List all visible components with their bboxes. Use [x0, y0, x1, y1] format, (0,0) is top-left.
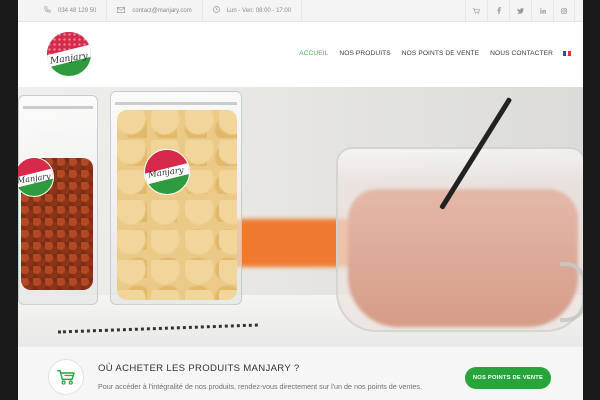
nav-item-nous-contacter[interactable]: NOUS CONTACTER — [490, 50, 553, 57]
shopping-cart-icon — [48, 359, 84, 395]
flag-fr-icon[interactable] — [563, 51, 572, 56]
points-de-vente-button[interactable]: NOS POINTS DE VENTE — [465, 367, 551, 389]
envelope-icon — [117, 6, 126, 15]
clock-icon — [212, 6, 220, 15]
where-to-buy-band: OÙ ACHETER LES PRODUITS MANJARY ? Pour a… — [18, 346, 583, 400]
hero-image: Manjary Manjary — [18, 87, 583, 346]
email-info[interactable]: contact@manjary.com — [107, 0, 203, 21]
cart-icon[interactable] — [465, 0, 487, 21]
facebook-icon[interactable] — [487, 0, 509, 21]
opening-hours: Lun - Ven: 08:00 - 17:00 — [226, 7, 292, 14]
linkedin-icon[interactable] — [531, 0, 553, 21]
dried-fruit-bag-left — [18, 95, 98, 305]
nav-item-accueil[interactable]: ACCUEIL — [299, 50, 328, 57]
phone-info[interactable]: 034 48 129 50 — [18, 0, 108, 21]
hours-info: Lun - Ven: 08:00 - 17:00 — [203, 0, 303, 21]
site-header: Manjary ACCUEIL NOS PRODUITS NOS POINTS … — [18, 22, 583, 87]
phone-number: 034 48 129 50 — [58, 7, 97, 14]
top-info-bar: 034 48 129 50 contact@manjary.com Lun - … — [18, 0, 583, 22]
page-frame: 034 48 129 50 contact@manjary.com Lun - … — [18, 0, 583, 400]
smoothie — [348, 189, 578, 327]
twitter-icon[interactable] — [509, 0, 531, 21]
product-sticker-center: Manjary — [144, 149, 190, 195]
glass-handle — [560, 262, 583, 322]
phone-icon — [44, 6, 51, 15]
instagram-icon[interactable] — [553, 0, 575, 21]
nav-item-nos-produits[interactable]: NOS PRODUITS — [339, 50, 390, 57]
social-links — [465, 0, 575, 21]
where-to-buy-title: OÙ ACHETER LES PRODUITS MANJARY ? — [98, 363, 300, 374]
nav-item-nos-points-de-vente[interactable]: NOS POINTS DE VENTE — [402, 50, 479, 57]
dried-fruit-bag-center — [110, 91, 242, 305]
email-address: contact@manjary.com — [132, 7, 192, 14]
main-nav: ACCUEIL NOS PRODUITS NOS POINTS DE VENTE… — [288, 50, 572, 57]
where-to-buy-text: Pour accéder à l'intégralité de nos prod… — [98, 382, 422, 391]
manjary-logo[interactable]: Manjary — [47, 32, 91, 76]
